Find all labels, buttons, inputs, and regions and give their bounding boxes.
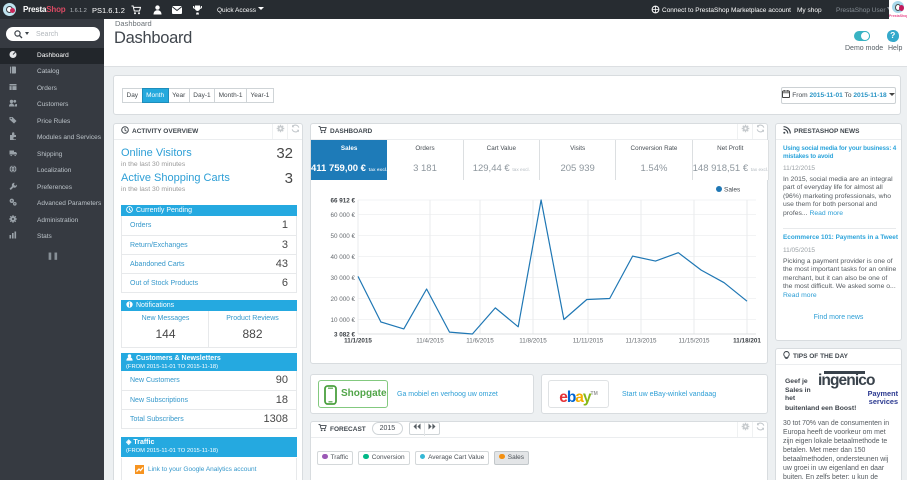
svg-text:10 000 €: 10 000 €	[330, 317, 355, 324]
svg-text:11/6/2015: 11/6/2015	[466, 338, 494, 345]
svg-text:11/1/2015: 11/1/2015	[344, 338, 372, 345]
svg-text:50 000 €: 50 000 €	[330, 233, 355, 240]
svg-text:60 000 €: 60 000 €	[330, 212, 355, 219]
svg-text:11/11/2015: 11/11/2015	[573, 338, 604, 345]
svg-text:30 000 €: 30 000 €	[330, 275, 355, 282]
svg-text:11/13/2015: 11/13/2015	[625, 338, 657, 345]
svg-text:40 000 €: 40 000 €	[330, 254, 355, 261]
svg-text:Sales: Sales	[724, 187, 741, 194]
svg-text:11/8/2015: 11/8/2015	[519, 338, 547, 345]
svg-text:20 000 €: 20 000 €	[330, 296, 355, 303]
svg-text:11/15/2015: 11/15/2015	[678, 338, 710, 345]
svg-text:11/18/201: 11/18/201	[733, 338, 761, 345]
svg-text:66 912 €: 66 912 €	[330, 197, 355, 204]
svg-text:11/4/2015: 11/4/2015	[416, 338, 444, 345]
